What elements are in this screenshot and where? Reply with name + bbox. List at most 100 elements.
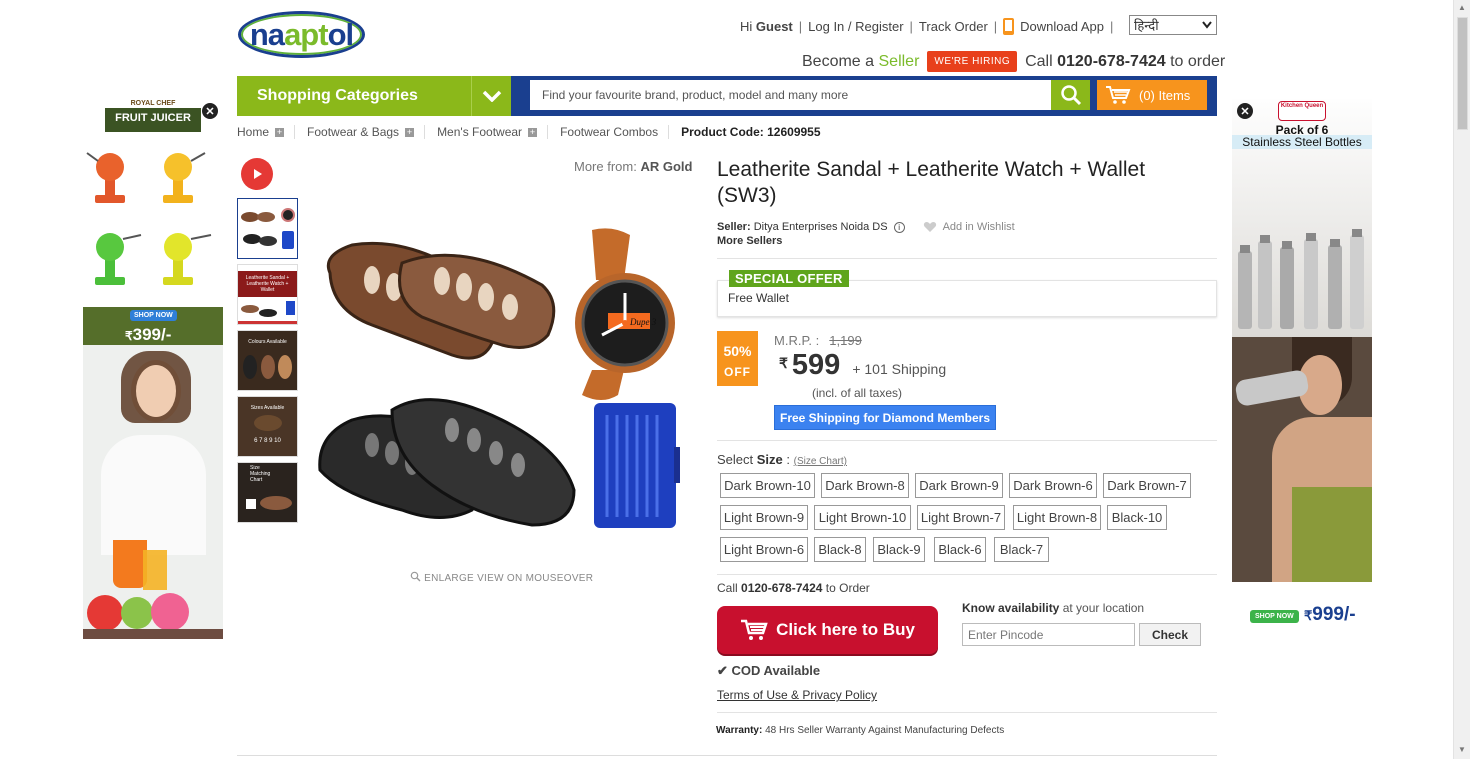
left-ad-close-icon[interactable]: ✕: [202, 103, 218, 119]
breadcrumb-footwear-combos[interactable]: Footwear Combos: [560, 125, 658, 139]
vertical-scrollbar[interactable]: ▲ ▼: [1453, 0, 1470, 759]
seller-text: Seller: [878, 52, 920, 70]
scroll-up-icon[interactable]: ▲: [1458, 3, 1466, 12]
divider: [717, 574, 1217, 575]
thumbnail-5[interactable]: Size Matching Chart: [237, 462, 298, 523]
video-play-button[interactable]: [241, 158, 273, 190]
seller-callout: Become a Seller WE'RE HIRING Call 0120-6…: [802, 51, 1225, 72]
mrp: M.R.P. : 1,199: [774, 333, 862, 348]
juicer-product-image: [86, 152, 212, 285]
terms-privacy-link[interactable]: Terms of Use & Privacy Policy: [717, 688, 877, 702]
search-button[interactable]: [1051, 80, 1090, 110]
size-option[interactable]: Dark Brown-6: [1009, 473, 1097, 498]
hiring-badge[interactable]: WE'RE HIRING: [927, 51, 1018, 72]
size-option[interactable]: Light Brown-9: [720, 505, 808, 530]
size-option[interactable]: Black-6: [934, 537, 986, 562]
right-ad-price-value: 999/-: [1312, 604, 1356, 625]
scroll-down-icon[interactable]: ▼: [1458, 745, 1466, 754]
left-ad-shop-now[interactable]: SHOP NOW: [130, 310, 177, 321]
search-input[interactable]: Find your favourite brand, product, mode…: [530, 80, 1051, 110]
enlarge-hint: ENLARGE VIEW ON MOUSEOVER: [410, 571, 593, 584]
size-chart-link[interactable]: (Size Chart): [794, 456, 847, 467]
size-option[interactable]: Black-7: [994, 537, 1049, 562]
thumbnail-2-caption: Leatherite Sandal + Leatherite Watch + W…: [238, 271, 297, 297]
availability-bold: Know availability: [962, 601, 1060, 615]
more-from-brand-name: AR Gold: [640, 159, 693, 174]
language-value: हिन्दी: [1134, 18, 1159, 33]
breadcrumb: Home + Footwear & Bags + Men's Footwear + F…: [237, 124, 821, 140]
buy-button[interactable]: Click here to Buy: [717, 606, 938, 654]
shipping-charge: + 101 Shipping: [852, 361, 947, 377]
call-phone: 0120-678-7424: [1057, 52, 1166, 70]
shopping-categories-button[interactable]: Shopping Categories: [237, 76, 511, 116]
mobile-phone-icon: [1003, 17, 1015, 35]
right-ad-shop-now[interactable]: SHOP NOW: [1250, 610, 1299, 623]
play-icon: [254, 169, 262, 179]
divider: [668, 125, 670, 139]
main-product-image[interactable]: Dupe 3: [312, 225, 687, 540]
become-seller[interactable]: Become a Seller: [802, 53, 919, 71]
left-ad-price: ₹399/-: [125, 325, 171, 345]
thumbnail-2[interactable]: Leatherite Sandal + Leatherite Watch + W…: [237, 264, 298, 325]
size-option[interactable]: Black-10: [1107, 505, 1167, 530]
mrp-label: M.R.P. :: [774, 333, 820, 348]
breadcrumb-footwear-bags[interactable]: Footwear & Bags: [307, 125, 399, 139]
separator: |: [1110, 18, 1114, 34]
plus-icon[interactable]: +: [275, 127, 285, 137]
check-pincode-button[interactable]: Check: [1139, 623, 1201, 646]
breadcrumb-mens-footwear[interactable]: Men's Footwear: [437, 125, 522, 139]
naaptol-logo[interactable]: naaptol: [238, 11, 365, 58]
separator: |: [993, 18, 998, 34]
thumbnail-3-caption: Colours Available: [248, 339, 287, 345]
plus-icon[interactable]: +: [528, 127, 538, 137]
size-option[interactable]: Dark Brown-7: [1103, 473, 1191, 498]
size-option[interactable]: Light Brown-10: [814, 505, 911, 530]
heart-icon[interactable]: [923, 221, 937, 233]
size-option[interactable]: Black-8: [814, 537, 866, 562]
more-sellers-link[interactable]: More Sellers: [717, 235, 782, 247]
pincode-input[interactable]: Enter Pincode: [962, 623, 1135, 646]
seller-name[interactable]: Ditya Enterprises Noida DS: [754, 221, 888, 233]
size-option[interactable]: Dark Brown-9: [915, 473, 1003, 498]
warranty-text: 48 Hrs Seller Warranty Against Manufactu…: [765, 725, 1005, 736]
size-option[interactable]: Light Brown-8: [1013, 505, 1101, 530]
size-option[interactable]: Dark Brown-10: [720, 473, 815, 498]
info-icon[interactable]: i: [893, 221, 905, 233]
left-advertisement[interactable]: ROYAL CHEF FRUIT JUICER SHOP NOW ₹399/-: [83, 99, 223, 639]
seller-info: Seller: Ditya Enterprises Noida DS: [717, 221, 888, 233]
free-shipping-diamond-button[interactable]: Free Shipping for Diamond Members: [774, 405, 996, 430]
download-app-link[interactable]: Download App: [1020, 19, 1104, 34]
language-select[interactable]: हिन्दी: [1129, 15, 1217, 35]
login-register-link[interactable]: Log In / Register: [808, 19, 903, 34]
thumbnail-3-image: [243, 355, 292, 379]
divider: [294, 125, 296, 139]
cart-button[interactable]: (0) Items: [1097, 80, 1207, 110]
logo-text: naaptol: [249, 16, 354, 52]
cod-text: COD Available: [731, 663, 821, 678]
right-ad-close-icon[interactable]: ✕: [1237, 103, 1253, 119]
call-order-suffix: to Order: [825, 581, 870, 595]
warranty-info: Warranty: 48 Hrs Seller Warranty Against…: [716, 725, 1004, 736]
plus-icon[interactable]: +: [405, 127, 415, 137]
product-title: Leatherite Sandal + Leatherite Watch + W…: [717, 158, 1146, 207]
add-to-wishlist-link[interactable]: Add in Wishlist: [943, 221, 1015, 233]
more-from-brand[interactable]: More from: AR Gold: [574, 159, 692, 174]
call-to-order: Call 0120-678-7424 to order: [1025, 53, 1225, 71]
thumbnail-1[interactable]: [237, 198, 298, 259]
greeting: Hi Guest: [740, 19, 793, 34]
thumbnail-4[interactable]: Sizes Available 6 7 8 9 10: [237, 396, 298, 457]
track-order-link[interactable]: Track Order: [919, 19, 988, 34]
scroll-thumb[interactable]: [1457, 17, 1468, 130]
divider: [424, 125, 426, 139]
size-option[interactable]: Dark Brown-8: [821, 473, 909, 498]
thumbnail-3[interactable]: Colours Available: [237, 330, 298, 391]
discount-off: OFF: [724, 365, 751, 379]
size-option[interactable]: Light Brown-7: [917, 505, 1005, 530]
categories-chevron-icon[interactable]: [471, 76, 511, 116]
breadcrumb-home[interactable]: Home: [237, 125, 269, 139]
size-option[interactable]: Light Brown-6: [720, 537, 808, 562]
greeting-user: Guest: [755, 18, 793, 34]
logo-accent: apt: [284, 16, 328, 52]
size-option[interactable]: Black-9: [873, 537, 925, 562]
right-advertisement[interactable]: Kitchen Queen Pack of 6 Stainless Steel …: [1232, 99, 1372, 639]
